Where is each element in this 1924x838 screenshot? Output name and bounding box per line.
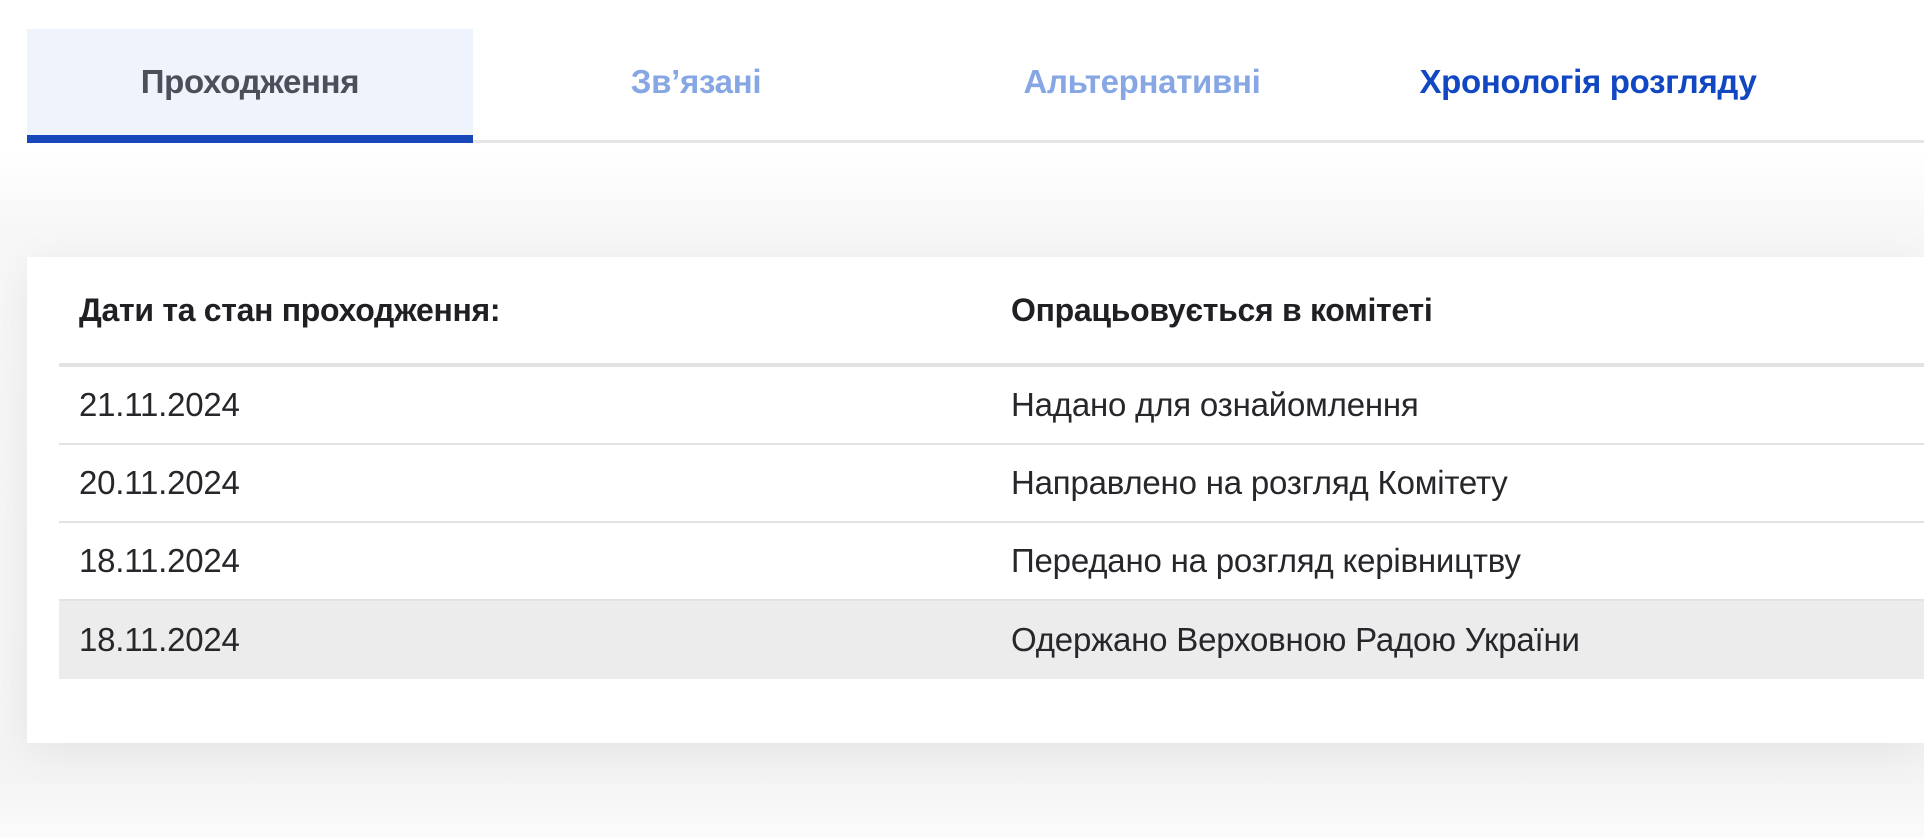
tab-bar: Проходження Зв’язані Альтернативні Хроно… bbox=[27, 29, 1924, 143]
tab-review-chronology-label: Хронологія розгляду bbox=[1419, 62, 1757, 100]
table-header: Дати та стан проходження: Опрацьовується… bbox=[59, 257, 1924, 367]
row-date: 18.11.2024 bbox=[79, 621, 240, 658]
table-row: 18.11.2024 Передано на розгляд керівницт… bbox=[59, 523, 1924, 601]
row-date: 20.11.2024 bbox=[79, 464, 240, 501]
row-status: Надано для ознайомлення bbox=[1011, 386, 1419, 423]
progress-card: Дати та стан проходження: Опрацьовується… bbox=[27, 257, 1924, 743]
tab-progress[interactable]: Проходження bbox=[27, 29, 473, 143]
page: Проходження Зв’язані Альтернативні Хроно… bbox=[0, 0, 1924, 838]
table-row: 20.11.2024 Направлено на розгляд Комітет… bbox=[59, 445, 1924, 523]
tab-related-label: Зв’язані bbox=[630, 62, 762, 100]
row-date: 18.11.2024 bbox=[79, 542, 240, 579]
row-status: Направлено на розгляд Комітету bbox=[1011, 464, 1508, 501]
progress-table: Дати та стан проходження: Опрацьовується… bbox=[59, 257, 1924, 679]
tab-review-chronology[interactable]: Хронологія розгляду bbox=[1365, 29, 1811, 140]
table-row-highlighted: 18.11.2024 Одержано Верховною Радою Укра… bbox=[59, 601, 1924, 679]
status-header: Опрацьовується в комітеті bbox=[1011, 291, 1433, 328]
table-row: 21.11.2024 Надано для ознайомлення bbox=[59, 367, 1924, 445]
tab-related[interactable]: Зв’язані bbox=[473, 29, 919, 140]
tab-alternative[interactable]: Альтернативні bbox=[919, 29, 1365, 140]
dates-header: Дати та стан проходження: bbox=[79, 291, 501, 328]
tab-progress-label: Проходження bbox=[140, 62, 360, 100]
row-status: Одержано Верховною Радою України bbox=[1011, 621, 1580, 658]
row-status: Передано на розгляд керівництву bbox=[1011, 542, 1521, 579]
tab-alternative-label: Альтернативні bbox=[1023, 62, 1261, 100]
row-date: 21.11.2024 bbox=[79, 386, 240, 423]
